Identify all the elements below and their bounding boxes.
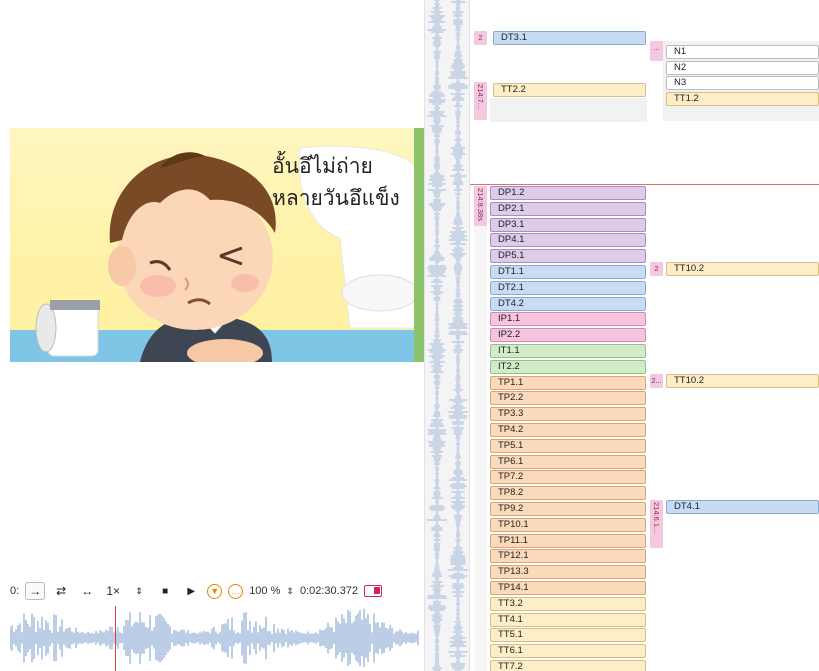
main-tag-track (474, 226, 487, 671)
segment-main-row[interactable]: DP4.1 (490, 233, 646, 248)
zoom-level-select[interactable]: 100 % (249, 585, 280, 597)
zoom-stepper-icon[interactable]: ⇕ (286, 586, 294, 597)
segment-right-row[interactable]: TT1.2 (666, 91, 819, 106)
segment-main-row[interactable]: DP5.1 (490, 249, 646, 264)
timecode-display: 0:02:30.372 (299, 585, 359, 597)
play-button[interactable]: ▶ (181, 582, 201, 600)
segment-main-row[interactable]: TP13.3 (490, 565, 646, 580)
segment-main-row[interactable]: TT5.1 (490, 628, 646, 643)
segment-main-row[interactable]: TP11.1 (490, 533, 646, 548)
segment-main-row[interactable]: TP4.2 (490, 423, 646, 437)
segment-main-row[interactable]: TT6.1 (490, 644, 646, 659)
vertical-waveform-graphic (426, 0, 469, 671)
segment-main-row[interactable]: TT3.2 (490, 596, 646, 611)
annotation-tiers: 2 DT3.1 214:7... TT2.2 ... N1 N2 N3 TT1.2 2… (470, 0, 819, 671)
transport-prefix: 0: (10, 585, 20, 597)
segment-main-row[interactable]: TP1.1 (490, 375, 646, 390)
main-tag[interactable]: 214:8.38s (474, 186, 487, 226)
right-tag[interactable]: ... (650, 41, 663, 61)
segment-col2-c[interactable]: DT4.1 (666, 500, 819, 514)
segment-top-1[interactable]: DT3.1 (493, 31, 646, 45)
segment-main-row[interactable]: TP2.2 (490, 391, 646, 406)
options-circle-icon[interactable]: … (228, 583, 244, 599)
vertical-waveform-strip[interactable] (424, 0, 470, 671)
segment-main-row[interactable]: TT4.1 (490, 612, 646, 627)
segment-top-2[interactable]: TT2.2 (493, 83, 646, 97)
loop-mode-button[interactable]: ⇄ (51, 582, 71, 600)
segment-main-row[interactable]: IT2.2 (490, 359, 646, 374)
video-caption-line1: อั้นอึไม่ถ่าย (272, 154, 373, 178)
segment-main-row[interactable]: TP8.2 (490, 486, 646, 501)
segment-main-row[interactable]: IP1.1 (490, 312, 646, 327)
transport-bar: 0: → ⇄ ↔ 1× ⇕ ■ ▶ ▼ … 100 % ⇕ 0:02:30.37… (10, 580, 420, 602)
segment-col2-b[interactable]: TT10.2 (666, 374, 819, 388)
waveform-graphic (9, 608, 419, 668)
segment-main-row[interactable]: DP2.1 (490, 201, 646, 216)
col2-tag-a[interactable]: 2 (650, 262, 663, 276)
video-caption-line2: หลายวันอึแข็ง (272, 186, 400, 210)
segment-main-row[interactable]: DT1.1 (490, 265, 646, 279)
segment-main-row[interactable]: TP3.3 (490, 407, 646, 422)
audio-waveform[interactable] (9, 606, 420, 671)
col2-tag-b[interactable]: 2... (650, 374, 663, 388)
segment-main-row[interactable]: TP10.1 (490, 517, 646, 532)
stop-button[interactable]: ■ (155, 582, 175, 600)
dropdown-circle-icon[interactable]: ▼ (207, 583, 223, 599)
annotation-app-window: อั้นอึไม่ถ่าย หลายวันอึแข็ง 0: → ⇄ ↔ 1× … (0, 0, 819, 671)
segment-right-row[interactable]: N2 (666, 60, 819, 75)
play-forward-mode-button[interactable]: → (25, 582, 46, 600)
segment-main-row[interactable]: DT2.1 (490, 280, 646, 295)
segment-main-row[interactable]: TT7.2 (490, 660, 646, 671)
speed-stepper-icon[interactable]: ⇕ (129, 582, 149, 600)
segment-main-row[interactable]: TP9.2 (490, 502, 646, 516)
segment-main-row[interactable]: DP3.1 (490, 217, 646, 232)
playback-speed-select[interactable]: 1× (103, 582, 123, 600)
col2-tag-c[interactable]: 214:6.1... (650, 500, 663, 548)
segment-main-row[interactable]: TP6.1 (490, 454, 646, 469)
segment-col2-a[interactable]: TT10.2 (666, 262, 819, 276)
segment-main-row[interactable]: TP5.1 (490, 438, 646, 453)
current-time-line (470, 184, 819, 185)
segment-right-row[interactable]: N3 (666, 76, 819, 90)
segment-main-row[interactable]: DT4.2 (490, 296, 646, 311)
playhead-cursor[interactable] (115, 606, 116, 671)
segment-main-row[interactable]: TP12.1 (490, 549, 646, 564)
top-empty-area (490, 98, 647, 122)
video-frame[interactable]: อั้นอึไม่ถ่าย หลายวันอึแข็ง (10, 128, 426, 362)
segment-main-row[interactable]: IP2.2 (490, 328, 646, 343)
bidirectional-mode-button[interactable]: ↔ (77, 582, 97, 600)
segment-main-row[interactable]: TP7.2 (490, 470, 646, 485)
segment-right-row[interactable]: N1 (666, 45, 819, 59)
segment-main-row[interactable]: IT1.1 (490, 344, 646, 358)
segment-main-row[interactable]: DP1.2 (490, 186, 646, 200)
panel-toggle-icon[interactable] (364, 585, 383, 597)
top-tag-2[interactable]: 214:7... (474, 82, 487, 120)
top-tag-1[interactable]: 2 (474, 31, 487, 45)
segment-main-row[interactable]: TP14.1 (490, 581, 646, 595)
